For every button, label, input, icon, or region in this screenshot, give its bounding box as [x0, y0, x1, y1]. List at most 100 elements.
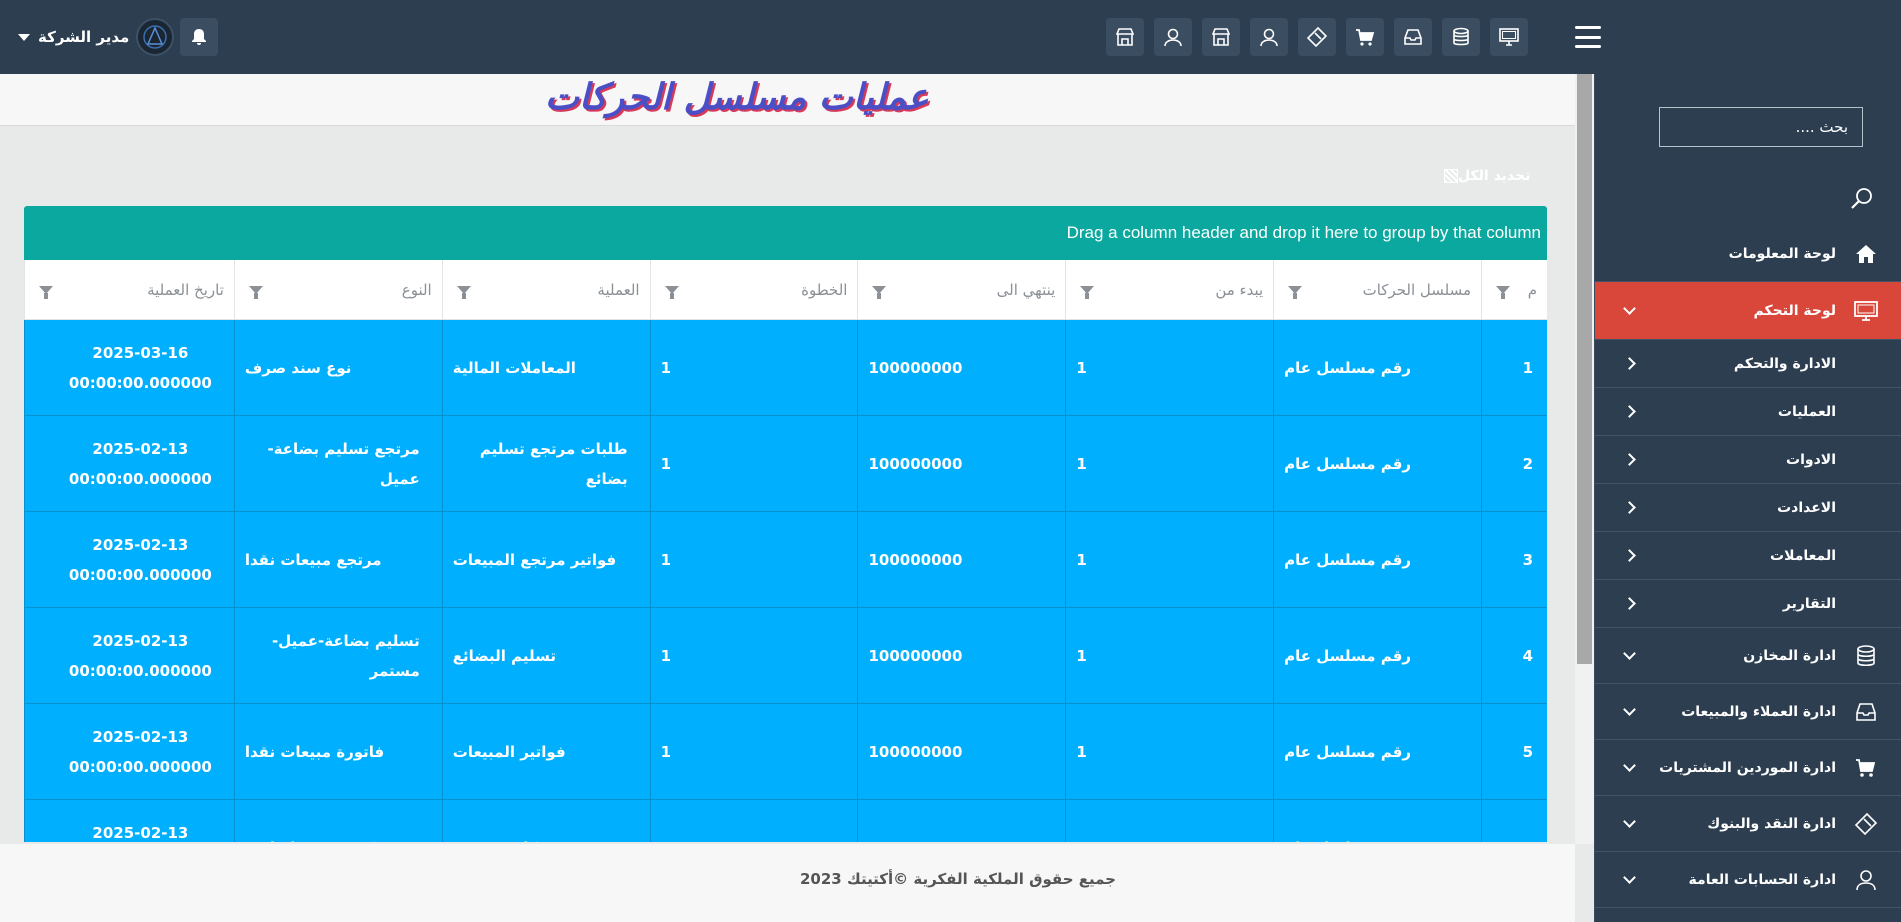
sidebar-subitem[interactable]: الاعدادت — [1595, 484, 1901, 532]
cell-text: نوع سند صرف — [244, 358, 352, 377]
table-cell: 1 — [649, 704, 858, 799]
table-cell-date: 2025-02-13 00:00:00.000000 — [24, 512, 234, 607]
sidebar-item[interactable]: ادارة الحسابات العامة — [1595, 852, 1901, 908]
table-row[interactable]: 5 رقم مسلسل عام 1 100000000 1 فواتير المبيعات… — [24, 704, 1547, 800]
sidebar-item[interactable]: ادارة النقد والبنوك — [1595, 796, 1901, 852]
toolbar-user-button-2[interactable] — [1250, 18, 1288, 56]
filter-icon[interactable] — [1496, 285, 1511, 299]
group-by-panel[interactable]: Drag a column header and drop it here to… — [24, 206, 1547, 260]
sidebar-item[interactable]: لوحة التحكم — [1595, 282, 1901, 340]
column-header[interactable]: العملية — [441, 260, 650, 319]
sidebar-item[interactable]: ادارة المخازن — [1595, 628, 1901, 684]
sidebar-subitem[interactable]: الادارة والتحكم — [1595, 340, 1901, 388]
column-header[interactable]: م — [1481, 260, 1547, 319]
sidebar-subitem[interactable]: المعاملات — [1595, 532, 1901, 580]
toolbar-user-button[interactable] — [1154, 18, 1192, 56]
user-icon — [1260, 28, 1278, 47]
home-icon — [1850, 243, 1882, 265]
store-icon — [1211, 28, 1231, 46]
filter-icon[interactable] — [872, 285, 887, 299]
sidebar-search-input[interactable] — [1659, 107, 1863, 147]
sidebar-subitem[interactable]: العمليات — [1595, 388, 1901, 436]
sidebar-item[interactable]: ادارة الموردين المشتريات — [1595, 740, 1901, 796]
toolbar-store-button[interactable] — [1106, 18, 1144, 56]
cell-text: رقم مسلسل عام — [1284, 833, 1411, 843]
table-cell: مرتجع مبيعات نقدا — [233, 512, 442, 607]
column-header-label: م — [1527, 280, 1537, 299]
toolbar-monitor-button[interactable] — [1490, 18, 1528, 56]
table-cell: 1 — [649, 800, 858, 842]
bell-icon — [192, 29, 206, 45]
scrollbar-thumb[interactable] — [1577, 74, 1592, 664]
column-header[interactable]: النوع — [233, 260, 442, 319]
notifications-button[interactable] — [180, 18, 218, 56]
cell-text: مرتجع مبيعات نقدا — [244, 550, 382, 569]
column-header[interactable]: تاريخ العملية — [24, 260, 234, 319]
select-all-checkbox[interactable]: تحديد الكل — [1440, 168, 1530, 184]
monitor-icon — [1499, 28, 1519, 46]
cell-date: 2025-02-13 — [92, 535, 189, 554]
filter-icon[interactable] — [39, 285, 54, 299]
toolbar-cart-button[interactable] — [1346, 18, 1384, 56]
table-cell: 5 — [1481, 704, 1547, 799]
cell-date: 2025-02-13 — [92, 439, 189, 458]
table-cell-date: 2025-02-13 00:00:00.000000 — [24, 608, 234, 703]
cell-time: 00:00:00.000000 — [68, 469, 212, 488]
table-cell: 1 — [1065, 416, 1273, 511]
sidebar-item[interactable]: لوحة المعلومات — [1595, 226, 1901, 282]
toolbar-database-button[interactable] — [1442, 18, 1480, 56]
data-grid: م مسلسل الحركات يبدء من ينتهي الى الخطوة العم… — [24, 260, 1547, 842]
toolbar-icons — [1106, 18, 1528, 56]
top-bar: مدير الشركة — [0, 0, 1901, 74]
filter-icon[interactable] — [1080, 285, 1095, 299]
user-icon — [1164, 28, 1182, 47]
search-icon[interactable] — [1849, 186, 1875, 212]
filter-icon[interactable] — [664, 285, 679, 299]
table-cell: 1 — [649, 512, 858, 607]
toolbar-inbox-button[interactable] — [1394, 18, 1432, 56]
table-cell: حركات مخزنية — [441, 800, 650, 842]
column-header[interactable]: ينتهي الى — [857, 260, 1065, 319]
filter-icon[interactable] — [1288, 285, 1303, 299]
table-cell: 6 — [1481, 800, 1547, 842]
sidebar-item[interactable]: ادارة العملاء والمبيعات — [1595, 684, 1901, 740]
sidebar-subitem[interactable]: الادوات — [1595, 436, 1901, 484]
filter-icon[interactable] — [456, 285, 471, 299]
user-menu[interactable]: مدير الشركة — [18, 22, 129, 52]
avatar[interactable] — [136, 18, 174, 56]
table-row[interactable]: 1 رقم مسلسل عام 1 100000000 1 المعاملات المال… — [24, 320, 1547, 416]
column-header[interactable]: مسلسل الحركات — [1273, 260, 1481, 319]
sidebar-subitem-label: المعاملات — [1770, 547, 1836, 564]
checkbox-icon[interactable] — [1444, 169, 1458, 183]
table-cell: 100000000 — [857, 416, 1065, 511]
cell-text: فواتير المبيعات — [452, 742, 566, 761]
footer: جميع حقوق الملكية الفكرية ©أكتيتك 2023 — [0, 844, 1575, 922]
table-cell: نوع سند صرف — [233, 320, 442, 415]
cell-date: 2025-03-16 — [92, 343, 189, 362]
column-header-label: يبدء من — [1215, 280, 1264, 299]
toolbar-ticket-button[interactable] — [1298, 18, 1336, 56]
table-row[interactable]: 6 رقم مسلسل عام 1 100000000 1 حركات مخزنية حرك… — [24, 800, 1547, 842]
vertical-scrollbar[interactable] — [1575, 74, 1594, 844]
sidebar-subitem[interactable]: التقارير — [1595, 580, 1901, 628]
cell-text: 1 — [1076, 454, 1087, 473]
table-row[interactable]: 4 رقم مسلسل عام 1 100000000 1 تسليم البضائع تس… — [24, 608, 1547, 704]
cell-time: 00:00:00.000000 — [68, 565, 212, 584]
table-row[interactable]: 3 رقم مسلسل عام 1 100000000 1 فواتير مرتجع ال… — [24, 512, 1547, 608]
filter-icon[interactable] — [248, 285, 263, 299]
table-cell: 1 — [649, 416, 858, 511]
column-header[interactable]: الخطوة — [649, 260, 858, 319]
toolbar-store-button-2[interactable] — [1202, 18, 1240, 56]
column-header[interactable]: يبدء من — [1065, 260, 1273, 319]
cell-text: 100000000 — [868, 358, 963, 377]
table-cell-date: 2025-02-13 00:00:00.000000 — [24, 416, 234, 511]
database-icon — [1850, 644, 1882, 668]
cell-time: 00:00:00.000000 — [68, 661, 212, 680]
table-cell: مرتجع تسليم بضاعة-عميل — [233, 416, 442, 511]
column-header-label: تاريخ العملية — [147, 280, 224, 299]
sidebar-item-label: لوحة المعلومات — [1728, 245, 1836, 262]
table-row[interactable]: 2 رقم مسلسل عام 1 100000000 1 طلبات مرتجع تسل… — [24, 416, 1547, 512]
cell-date: 2025-02-13 — [92, 631, 189, 650]
cell-text: 100000000 — [868, 742, 963, 761]
menu-toggle-icon[interactable] — [1575, 26, 1601, 48]
